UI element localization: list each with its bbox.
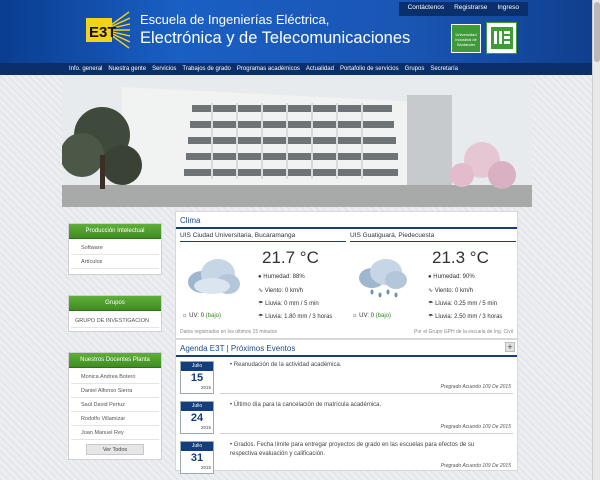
station-rain-5min: ☂ Lluvia: 0 mm / 5 min: [258, 301, 319, 307]
station-temperature: 21.7 °C: [262, 248, 319, 267]
grupos-box: Grupos GRUPO DE INVESTIGACION: [68, 295, 162, 332]
e3t-logo[interactable]: E3T: [84, 10, 130, 50]
scrollbar-thumb[interactable]: [594, 2, 600, 62]
station-location: UIS Ciudad Universitaria, Bucaramanga: [180, 232, 346, 242]
event-day: 15: [190, 372, 204, 384]
sun-icon: ☼: [352, 313, 358, 319]
uis-text-badge[interactable]: Universidad Industrial de Santander: [451, 24, 481, 53]
rain-cloud-icon: [359, 259, 407, 298]
station-rain-5min: ☂ Lluvia: 0.25 mm / 5 min: [428, 301, 498, 307]
docentes-box: Nuestros Docentes Planta Monica Andrea B…: [68, 352, 162, 460]
event-month: Julio: [181, 362, 213, 371]
nav-nuestra-gente[interactable]: Nuestra gente: [105, 63, 149, 75]
produccion-intelectual-title: Producción Intelectual: [69, 224, 161, 239]
event-divider: [220, 433, 513, 434]
event-day: 31: [190, 452, 204, 464]
event-text: • Reanudación de la actividad académica.: [230, 362, 342, 368]
nav-info-general[interactable]: Info. general: [66, 63, 105, 75]
station-wind: ∿ Viento: 0 km/h: [258, 288, 303, 294]
event-year: 2015: [200, 385, 211, 390]
umbrella-icon: ☂: [258, 314, 264, 320]
weather-footer-right[interactable]: Por el Grupo GPH de la escuela de Ing. C…: [414, 329, 513, 335]
station-rain-3h: ☂ Lluvia: 2.50 mm / 3 horas: [428, 314, 503, 320]
event-text: • Grados. Fecha límite para entregar pro…: [230, 442, 475, 457]
produccion-intelectual-box: Producción Intelectual Software Artículo…: [68, 223, 162, 275]
calendar-date: Julio 24 2015: [180, 401, 214, 434]
station-wind: ∿ Viento: 0 km/h: [428, 288, 473, 294]
event-year: 2015: [200, 425, 211, 430]
station-humidity: ● Humedad: 90%: [428, 274, 475, 280]
nav-trabajos-de-grado[interactable]: Trabajos de grado: [179, 63, 233, 75]
event-source: Pregrado Acuerdo 109 De 2015: [440, 424, 511, 430]
sun-icon: ☼: [182, 313, 188, 319]
nav-actualidad[interactable]: Actualidad: [303, 63, 337, 75]
main-nav: Info. general Nuestra gente Servicios Tr…: [0, 63, 592, 75]
event-month: Julio: [181, 442, 213, 451]
hero-building-photo: [62, 75, 532, 207]
scrollbar[interactable]: [592, 0, 600, 480]
wind-icon: ∿: [258, 288, 264, 294]
school-name: Escuela de Ingenierías Eléctrica, Electr…: [140, 12, 410, 48]
calendar-date: Julio 31 2015: [180, 441, 214, 474]
docente-item[interactable]: Rodolfo Villamizar: [71, 412, 159, 426]
umbrella-icon: ☂: [258, 301, 264, 307]
docente-item[interactable]: Saúl David Pertuz: [71, 398, 159, 412]
docente-item[interactable]: Monica Andrea Botero: [71, 370, 159, 384]
ver-todos-button[interactable]: Ver Todos: [86, 444, 144, 455]
top-links: Contáctenos Registrarse Ingreso: [398, 2, 528, 16]
grupos-title: Grupos: [69, 296, 161, 311]
school-name-line2: Electrónica y de Telecomunicaciones: [140, 29, 411, 47]
docentes-title: Nuestros Docentes Planta: [69, 353, 161, 368]
sidebar-item-articulos[interactable]: Artículos: [71, 255, 159, 269]
nav-grupos[interactable]: Grupos: [402, 63, 428, 75]
weather-station-1: UIS Ciudad Universitaria, Bucaramanga 21…: [180, 232, 346, 332]
umbrella-icon: ☂: [428, 314, 434, 320]
sidebar-item-grupo-investigacion[interactable]: GRUPO DE INVESTIGACION: [71, 314, 159, 328]
nav-servicios[interactable]: Servicios: [149, 63, 179, 75]
docente-item[interactable]: Juan Manuel Rey: [71, 426, 159, 440]
station-uv: ☼ UV: 0 (bajo): [352, 313, 391, 319]
droplet-icon: ●: [258, 274, 262, 280]
event-source: Pregrado Acuerdo 109 De 2015: [440, 384, 511, 390]
event-year: 2015: [200, 465, 211, 470]
register-link[interactable]: Registrarse: [449, 2, 492, 16]
nav-secretaria[interactable]: Secretaría: [427, 63, 461, 75]
clima-title: Clima: [176, 212, 517, 229]
event-item[interactable]: Julio 31 2015 • Grados. Fecha límite par…: [176, 439, 517, 479]
cloud-icon: [188, 259, 240, 294]
event-divider: [220, 393, 513, 394]
school-name-line1: Escuela de Ingenierías Eléctrica,: [140, 12, 330, 27]
calendar-date: Julio 15 2015: [180, 361, 214, 394]
station-rain-3h: ☂ Lluvia: 1.80 mm / 3 horas: [258, 314, 333, 320]
event-item[interactable]: Julio 15 2015 • Reanudación de la activi…: [176, 359, 517, 399]
logo-text: E3T: [89, 24, 117, 41]
station-humidity: ● Humedad: 88%: [258, 274, 305, 280]
station-location: UIS Guatiguará, Piedecuesta: [350, 232, 516, 242]
agenda-panel: Agenda E3T | Próximos Eventos + Julio 15…: [175, 339, 518, 474]
event-month: Julio: [181, 402, 213, 411]
sidebar-item-software[interactable]: Software: [71, 241, 159, 255]
agenda-title: Agenda E3T | Próximos Eventos: [176, 340, 517, 357]
wind-icon: ∿: [428, 288, 434, 294]
nav-portafolio[interactable]: Portafolio de servicios: [337, 63, 402, 75]
site-header: Contáctenos Registrarse Ingreso E3T Escu…: [0, 0, 592, 63]
station-temperature: 21.3 °C: [432, 248, 489, 267]
station-uv: ☼ UV: 0 (bajo): [182, 313, 221, 319]
building-illustration: [62, 75, 532, 207]
weather-station-2: UIS Guatiguará, Piedecuesta 21.3 °C ● Hu…: [350, 232, 516, 332]
event-item[interactable]: Julio 24 2015 • Último día para la cance…: [176, 399, 517, 439]
event-text: • Último día para la cancelación de matr…: [230, 402, 382, 408]
clima-panel: Clima UIS Ciudad Universitaria, Bucarama…: [175, 211, 518, 339]
droplet-icon: ●: [428, 274, 432, 280]
event-day: 24: [190, 412, 204, 424]
docente-item[interactable]: Daniel Alfonso Sierra: [71, 384, 159, 398]
add-event-button[interactable]: +: [505, 342, 515, 352]
nav-programas-academicos[interactable]: Programas académicos: [234, 63, 303, 75]
login-link[interactable]: Ingreso: [492, 2, 524, 16]
weather-footer-left: Datos registrados en los últimos 15 minu…: [180, 329, 277, 335]
umbrella-icon: ☂: [428, 301, 434, 307]
uis-logo[interactable]: [486, 22, 517, 54]
uis-logo-icon: [490, 27, 513, 49]
event-source: Pregrado Acuerdo 109 De 2015: [440, 463, 511, 469]
